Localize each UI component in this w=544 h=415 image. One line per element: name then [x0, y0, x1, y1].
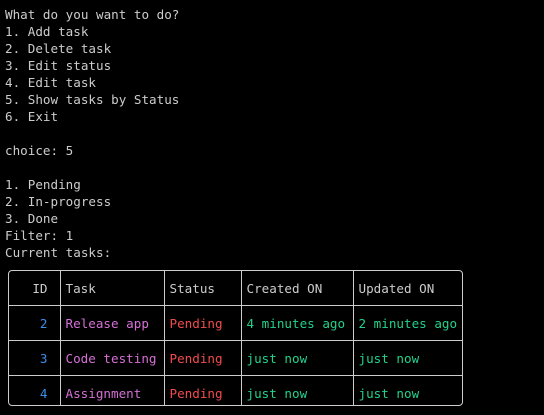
table-row: 2 Release app Pending 4 minutes ago 2 mi…	[9, 305, 462, 341]
cell-updated-on: 2 minutes ago	[352, 305, 462, 341]
cell-created-on: just now	[240, 375, 354, 405]
header-task: Task	[59, 271, 165, 306]
current-tasks-label: Current tasks:	[5, 245, 112, 260]
table-row: 4 Assignment Pending just now just now	[9, 375, 462, 405]
menu-option-add-task: 1. Add task	[5, 24, 89, 39]
cell-created-on: just now	[240, 340, 354, 376]
cell-created-on: 4 minutes ago	[240, 305, 354, 341]
table-row: 3 Code testing Pending just now just now	[9, 340, 462, 376]
cell-updated-on: just now	[352, 375, 462, 405]
filter-input-line: Filter: 1	[5, 228, 74, 243]
header-created-on: Created ON	[240, 271, 354, 306]
header-id: ID	[9, 271, 61, 306]
menu-option-exit: 6. Exit	[5, 109, 59, 124]
cell-status: Pending	[163, 305, 242, 341]
table-header-row: ID Task Status Created ON Updated ON	[9, 271, 462, 306]
cell-updated-on: just now	[352, 340, 462, 376]
menu-option-edit-task: 4. Edit task	[5, 75, 96, 90]
cell-id: 3	[9, 340, 61, 376]
cell-task: Code testing	[59, 340, 165, 376]
menu-option-edit-status: 3. Edit status	[5, 58, 112, 73]
terminal-output: What do you want to do? 1. Add task 2. D…	[5, 6, 539, 261]
cell-id: 2	[9, 305, 61, 341]
status-option-done: 3. Done	[5, 211, 59, 226]
choice-input-line: choice: 5	[5, 143, 74, 158]
menu-option-delete-task: 2. Delete task	[5, 41, 112, 56]
cell-status: Pending	[163, 340, 242, 376]
status-option-in-progress: 2. In-progress	[5, 194, 112, 209]
cell-id: 4	[9, 375, 61, 405]
status-option-pending: 1. Pending	[5, 177, 81, 192]
cell-task: Release app	[59, 305, 165, 341]
menu-option-show-by-status: 5. Show tasks by Status	[5, 92, 180, 107]
tasks-table: ID Task Status Created ON Updated ON 2 R…	[8, 270, 463, 406]
cell-task: Assignment	[59, 375, 165, 405]
header-status: Status	[163, 271, 242, 306]
menu-prompt: What do you want to do?	[5, 7, 180, 22]
header-updated-on: Updated ON	[352, 271, 462, 306]
cell-status: Pending	[163, 375, 242, 405]
